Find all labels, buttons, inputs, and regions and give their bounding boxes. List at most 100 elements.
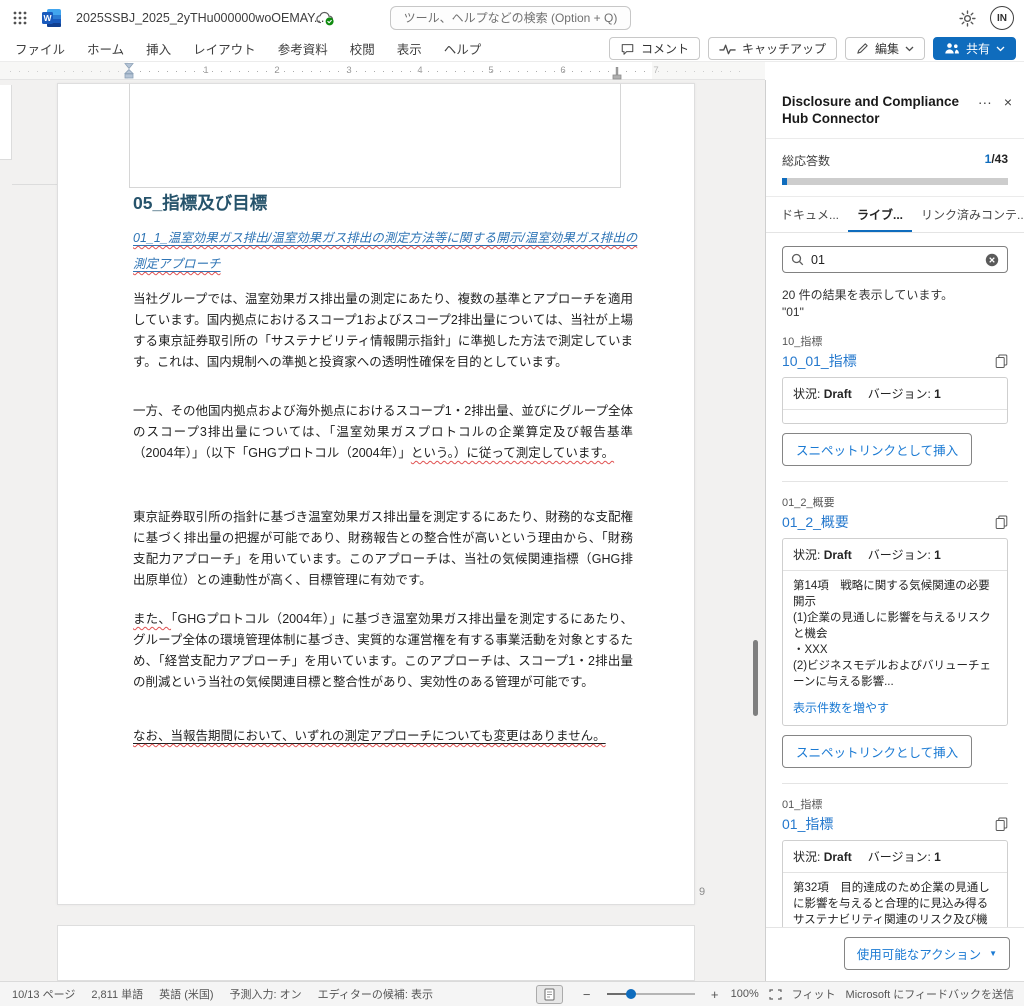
- card-category: 01_指標: [782, 796, 1008, 812]
- account-avatar[interactable]: IN: [990, 6, 1014, 30]
- menu-layout[interactable]: レイアウト: [182, 39, 267, 58]
- paragraph-4[interactable]: また、「GHGプロトコル（2004年）」に基づき温室効果ガス排出量を測定するにあ…: [133, 609, 633, 693]
- search-icon: [791, 253, 804, 266]
- edit-mode-button[interactable]: 編集: [845, 37, 925, 60]
- panel-search-box[interactable]: [782, 246, 1008, 273]
- card-body-empty: [783, 410, 1007, 423]
- card-category: 10_指標: [782, 333, 1008, 349]
- caret-down-icon: ▼: [989, 949, 997, 958]
- clear-search-icon[interactable]: [985, 253, 999, 267]
- progress-fill: [782, 178, 787, 185]
- document-heading[interactable]: 05_指標及び目標: [133, 190, 267, 215]
- panel-search-input[interactable]: [811, 253, 978, 267]
- show-more-link[interactable]: 表示件数を増やす: [783, 692, 899, 725]
- card-category: 01_2_概要: [782, 494, 1008, 510]
- panel-close-icon[interactable]: ×: [1004, 94, 1012, 127]
- insert-snippet-link-button[interactable]: スニペットリンクとして挿入: [782, 433, 972, 466]
- status-page-count[interactable]: 10/13 ページ: [12, 986, 75, 1002]
- card-status: 状況: Draft バージョン: 1: [783, 378, 1007, 410]
- zoom-slider-thumb[interactable]: [626, 989, 636, 999]
- global-search-input[interactable]: [391, 7, 630, 29]
- feedback-link[interactable]: Microsoft にフィードバックを送信: [846, 986, 1014, 1002]
- status-language[interactable]: 英語 (米国): [159, 986, 213, 1002]
- result-card: 01_指標 01_指標 状況: Draft バージョン: 1 第32項 目的達成…: [782, 784, 1008, 927]
- card-title-link[interactable]: 10_01_指標: [782, 351, 995, 371]
- fit-label[interactable]: フィット: [792, 986, 836, 1002]
- status-bar: 10/13 ページ 2,811 単語 英語 (米国) 予測入力: オン エディタ…: [0, 981, 1024, 1006]
- paragraph-2[interactable]: 一方、その他国内拠点および海外拠点におけるスコープ1・2排出量、並びにグループ全…: [133, 401, 633, 464]
- document-subheading[interactable]: 01_1_温室効果ガス排出/温室効果ガス排出の測定方法等に関する開示/温室効果ガ…: [133, 225, 638, 277]
- menu-help[interactable]: ヘルプ: [433, 39, 493, 58]
- results-list: 10_指標 10_01_指標 状況: Draft バージョン: 1 スニペットリ…: [766, 321, 1024, 927]
- panel-more-icon[interactable]: ···: [978, 94, 992, 127]
- next-document-page[interactable]: [57, 925, 695, 981]
- copy-icon[interactable]: [995, 354, 1008, 368]
- cloud-saved-icon[interactable]: [316, 11, 335, 26]
- tab-library[interactable]: ライブ...: [848, 197, 912, 232]
- people-icon: [944, 42, 960, 55]
- svg-text:W: W: [43, 13, 52, 23]
- settings-gear-icon[interactable]: [959, 10, 976, 27]
- panel-tabs: ドキュメ... ライブ... リンク済みコンテ...: [766, 197, 1024, 233]
- zoom-in-button[interactable]: +: [709, 987, 721, 1002]
- available-actions-button[interactable]: 使用可能なアクション ▼: [844, 937, 1010, 970]
- comment-icon: [620, 42, 635, 56]
- fit-icon[interactable]: [769, 989, 782, 1000]
- frame-border-fragment: [12, 184, 57, 185]
- page-number: 9: [699, 886, 705, 898]
- zoom-out-button[interactable]: −: [581, 987, 593, 1002]
- tab-documents[interactable]: ドキュメ...: [772, 197, 848, 232]
- status-editor-suggestions[interactable]: エディターの候補: 表示: [318, 986, 433, 1002]
- app-launcher-icon[interactable]: [12, 10, 28, 26]
- comments-button[interactable]: コメント: [609, 37, 700, 60]
- tab-linked-content[interactable]: リンク済みコンテ...: [912, 197, 1024, 232]
- vertical-scrollbar-thumb[interactable]: [753, 640, 758, 716]
- paragraph-1[interactable]: 当社グループでは、温室効果ガス排出量の測定にあたり、複数の基準とアプローチを適用…: [133, 289, 633, 373]
- card-snippet-text: 第14項 戦略に関する気候関連の必要開示 (1)企業の見通しに影響を与えるリスク…: [783, 571, 1007, 692]
- menu-file[interactable]: ファイル: [4, 39, 76, 58]
- horizontal-ruler: 1 2 3 4 5 6 7: [0, 62, 765, 80]
- chevron-down-icon: [996, 46, 1005, 52]
- chevron-down-icon: [905, 46, 914, 52]
- pencil-icon: [856, 42, 869, 55]
- copy-icon[interactable]: [995, 515, 1008, 529]
- share-button[interactable]: 共有: [933, 37, 1016, 60]
- result-card: 01_2_概要 01_2_概要 状況: Draft バージョン: 1 第14項 …: [782, 482, 1008, 768]
- paragraph-3[interactable]: 東京証券取引所の指針に基づき温室効果ガス排出量を測定するにあたり、財務的な支配権…: [133, 507, 633, 591]
- paragraph-5[interactable]: なお、当報告期間において、いずれの測定アプローチについても変更はありません。: [133, 726, 633, 747]
- stats-label: 総応答数: [782, 152, 830, 169]
- result-card: 10_指標 10_01_指標 状況: Draft バージョン: 1 スニペットリ…: [782, 321, 1008, 466]
- zoom-percent[interactable]: 100%: [731, 988, 759, 1000]
- card-status: 状況: Draft バージョン: 1: [783, 841, 1007, 873]
- results-summary: 20 件の結果を表示しています。 "01": [766, 282, 1024, 321]
- card-snippet-text: 第32項 目的達成のため企業の見通しに影響を与えると合理的に見込み得るサステナビ…: [783, 873, 1007, 927]
- pulse-icon: [719, 43, 736, 55]
- empty-text-frame[interactable]: [129, 84, 621, 188]
- document-page[interactable]: 05_指標及び目標 01_1_温室効果ガス排出/温室効果ガス排出の測定方法等に関…: [57, 83, 695, 905]
- card-title-link[interactable]: 01_指標: [782, 814, 995, 834]
- zoom-slider[interactable]: [607, 993, 695, 995]
- word-online-app: W 2025SSBJ_2025_2yTHu000000woOEMAY... IN: [0, 0, 1024, 1006]
- global-search-box[interactable]: [390, 6, 631, 30]
- document-title[interactable]: 2025SSBJ_2025_2yTHu000000woOEMAY...: [76, 11, 306, 25]
- stats-value: 1/43: [985, 152, 1008, 169]
- menu-bar: ファイル ホーム 挿入 レイアウト 参考資料 校閲 表示 ヘルプ コメント キャ…: [0, 36, 1024, 62]
- status-text-predictions[interactable]: 予測入力: オン: [230, 986, 302, 1002]
- response-stats: 総応答数 1/43: [766, 139, 1024, 197]
- catchup-button[interactable]: キャッチアップ: [708, 37, 837, 60]
- insert-snippet-link-button[interactable]: スニペットリンクとして挿入: [782, 735, 972, 768]
- menu-view[interactable]: 表示: [386, 39, 433, 58]
- menu-insert[interactable]: 挿入: [135, 39, 182, 58]
- word-app-icon[interactable]: W: [42, 8, 62, 28]
- progress-bar: [782, 178, 1008, 185]
- title-bar: W 2025SSBJ_2025_2yTHu000000woOEMAY... IN: [0, 0, 1024, 36]
- page-fragment: [0, 85, 12, 160]
- copy-icon[interactable]: [995, 817, 1008, 831]
- status-word-count[interactable]: 2,811 単語: [91, 986, 143, 1002]
- menu-home[interactable]: ホーム: [76, 39, 135, 58]
- card-title-link[interactable]: 01_2_概要: [782, 512, 995, 532]
- menu-review[interactable]: 校閲: [339, 39, 386, 58]
- page-icon: [544, 988, 555, 1001]
- menu-references[interactable]: 参考資料: [267, 39, 339, 58]
- print-layout-view-button[interactable]: [536, 985, 563, 1004]
